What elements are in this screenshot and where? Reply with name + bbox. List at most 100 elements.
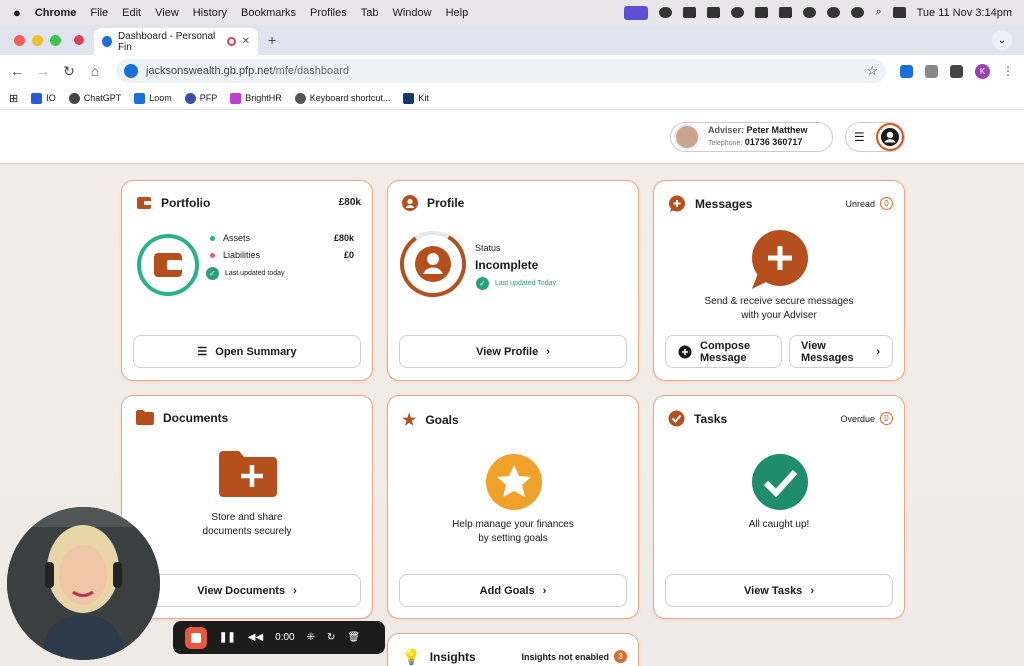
screen-record-status-icon[interactable] — [624, 5, 649, 20]
adviser-contact[interactable]: Adviser: Peter Matthew Telephone: 01736 … — [670, 122, 833, 152]
messages-title: Messages — [695, 197, 753, 211]
cloud-icon[interactable] — [731, 7, 745, 18]
pinned-tab-record-icon[interactable] — [74, 35, 84, 45]
wifi-icon[interactable] — [851, 7, 865, 18]
bookmark-pfp[interactable]: PFP — [184, 92, 217, 104]
menu-profiles[interactable]: Profiles — [310, 7, 347, 19]
bookmark-chatgpt[interactable]: ChatGPT — [68, 92, 121, 104]
profile-card: Profile Status Incomplete ✓ Last updated… — [387, 180, 639, 381]
tab-search-chevron-icon[interactable]: ⌄ — [992, 30, 1012, 50]
maximize-window-button[interactable] — [50, 34, 61, 46]
close-window-button[interactable] — [14, 34, 25, 46]
bookmark-brighthr[interactable]: BrightHR — [230, 92, 282, 104]
menu-edit[interactable]: Edit — [122, 7, 141, 19]
restart-icon[interactable]: ↻ — [327, 632, 335, 643]
notion-icon[interactable] — [755, 7, 769, 18]
bookmark-loom[interactable]: Loom — [134, 92, 172, 104]
bookmark-kit[interactable]: Kit — [403, 92, 429, 104]
brighthr-icon — [230, 92, 242, 104]
control-center-icon[interactable] — [892, 7, 906, 18]
adviser-label: Adviser: — [708, 125, 745, 135]
browser-menu-icon[interactable]: ⋮ — [1002, 64, 1014, 78]
portfolio-ring — [137, 234, 199, 296]
assets-value: £80k — [333, 233, 354, 243]
chatgpt-icon — [68, 92, 80, 104]
bookmark-keyboard-shortcuts[interactable]: Keyboard shortcut... — [294, 92, 390, 104]
dropbox-icon[interactable] — [707, 7, 721, 18]
assets-label: Assets — [223, 233, 251, 243]
compose-message-button[interactable]: Compose Message — [665, 335, 782, 368]
keyboard-icon — [294, 92, 306, 104]
browser-tab-strip: Dashboard - Personal Fin ✕ + ⌄ — [0, 25, 1024, 55]
bookmark-star-icon[interactable]: ☆ — [866, 63, 878, 79]
presenter-image — [7, 507, 160, 660]
browser-toolbar: ← → ↻ ⌂ jacksonswealth.gb.pfp.net /mfe/d… — [0, 55, 1024, 87]
menu-app-name[interactable]: Chrome — [35, 7, 77, 19]
vpn-icon[interactable] — [683, 7, 697, 18]
add-goals-button[interactable]: Add Goals › — [399, 574, 627, 607]
pause-icon[interactable]: ❚❚ — [219, 632, 236, 643]
documents-title: Documents — [163, 410, 229, 425]
view-documents-button[interactable]: View Documents › — [133, 574, 361, 607]
view-messages-button[interactable]: View Messages › — [789, 335, 893, 368]
view-tasks-button[interactable]: View Tasks › — [665, 574, 893, 607]
reload-icon[interactable]: ↻ — [56, 63, 82, 80]
menu-tab[interactable]: Tab — [361, 7, 379, 19]
account-icon[interactable] — [803, 7, 817, 18]
recording-timer: 0:00 — [275, 632, 295, 643]
extension-loom-icon[interactable] — [900, 64, 913, 78]
portfolio-updated: ✓ Last updated today — [206, 267, 285, 280]
new-tab-button[interactable]: + — [268, 32, 276, 48]
address-bar[interactable]: jacksonswealth.gb.pfp.net /mfe/dashboard… — [116, 59, 886, 83]
user-account-icon[interactable] — [876, 123, 904, 151]
grid-icon[interactable]: ⁜ — [307, 632, 315, 643]
app-header: Adviser: Peter Matthew Telephone: 01736 … — [0, 110, 1024, 164]
folder-plus-icon — [219, 451, 277, 497]
extensions-puzzle-icon[interactable] — [950, 64, 963, 78]
tasks-title: Tasks — [694, 411, 728, 426]
spotlight-icon[interactable]: ⌕ — [875, 6, 881, 19]
menu-file[interactable]: File — [90, 7, 108, 19]
bookmark-io[interactable]: IO — [31, 92, 56, 104]
sliders-icon[interactable]: ☰ — [854, 130, 865, 144]
screens-icon[interactable] — [779, 7, 793, 18]
site-favicon-icon — [102, 36, 112, 47]
apple-icon[interactable]: ● — [13, 5, 21, 20]
profile-avatar[interactable]: K — [975, 63, 990, 79]
apps-grid-icon[interactable]: ⊞ — [9, 92, 18, 105]
minimize-window-button[interactable] — [32, 34, 43, 46]
recording-indicator-icon — [227, 37, 236, 46]
back-icon[interactable]: ← — [4, 63, 30, 79]
status-icon[interactable] — [659, 7, 673, 18]
liabilities-dot — [210, 252, 215, 258]
play-icon[interactable] — [827, 7, 841, 18]
site-info-icon[interactable] — [124, 64, 138, 78]
webcam-bubble[interactable] — [7, 507, 160, 660]
message-add-icon — [669, 195, 685, 212]
view-profile-button[interactable]: View Profile › — [399, 335, 627, 368]
io-icon — [31, 92, 43, 104]
forward-icon[interactable]: → — [30, 63, 56, 79]
extension-icon[interactable] — [925, 64, 938, 78]
tab-dashboard[interactable]: Dashboard - Personal Fin ✕ — [94, 28, 258, 55]
chevron-right-icon: › — [546, 345, 550, 358]
portfolio-title: Portfolio — [161, 196, 211, 210]
stop-recording-button[interactable] — [185, 626, 207, 649]
compose-icon — [678, 345, 692, 358]
open-summary-button[interactable]: ☰ Open Summary — [133, 335, 361, 368]
trash-icon[interactable]: 🗑 — [347, 632, 360, 643]
menu-history[interactable]: History — [193, 7, 227, 19]
chevron-right-icon: › — [293, 584, 297, 597]
unread-indicator: Unread 0 — [845, 197, 893, 210]
settings-menu[interactable]: ☰ — [845, 122, 905, 152]
menubar-clock[interactable]: Tue 11 Nov 3:14pm — [917, 7, 1012, 19]
rewind-icon[interactable]: ◀◀ — [248, 632, 263, 643]
tasks-card: Tasks Overdue 0 All caught up! View Task… — [653, 395, 905, 619]
all-done-check-icon — [752, 454, 808, 510]
home-icon[interactable]: ⌂ — [82, 63, 108, 79]
menu-bookmarks[interactable]: Bookmarks — [241, 7, 296, 19]
close-tab-icon[interactable]: ✕ — [242, 36, 250, 47]
menu-view[interactable]: View — [155, 7, 179, 19]
menu-help[interactable]: Help — [446, 7, 469, 19]
menu-window[interactable]: Window — [392, 7, 431, 19]
